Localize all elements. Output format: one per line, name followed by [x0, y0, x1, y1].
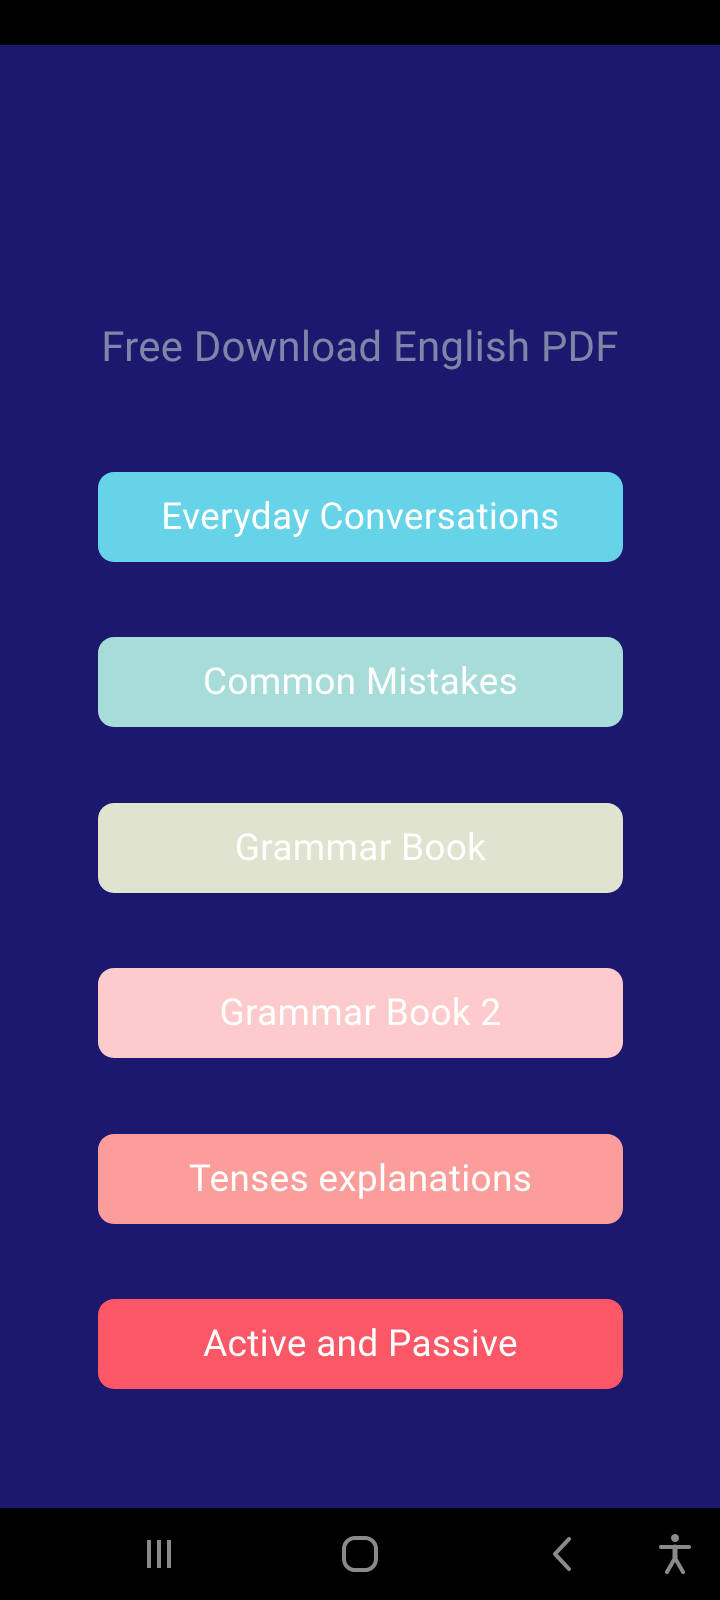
active-and-passive-button[interactable]: Active and Passive: [98, 1299, 623, 1389]
back-button[interactable]: [517, 1508, 607, 1600]
app-screen: Free Download English PDF Everyday Conve…: [0, 45, 720, 1508]
common-mistakes-button[interactable]: Common Mistakes: [98, 637, 623, 727]
accessibility-button[interactable]: [630, 1508, 720, 1600]
grammar-book-2-button[interactable]: Grammar Book 2: [98, 968, 623, 1058]
recents-button[interactable]: [114, 1508, 204, 1600]
back-icon: [553, 1537, 571, 1571]
grammar-book-button[interactable]: Grammar Book: [98, 803, 623, 893]
home-icon: [342, 1536, 378, 1572]
everyday-conversations-button[interactable]: Everyday Conversations: [98, 472, 623, 562]
navigation-bar: [0, 1508, 720, 1600]
status-bar: [0, 0, 720, 45]
page-title: Free Download English PDF: [101, 323, 619, 372]
tenses-explanations-button[interactable]: Tenses explanations: [98, 1134, 623, 1224]
recents-icon: [147, 1540, 171, 1568]
home-button[interactable]: [315, 1508, 405, 1600]
accessibility-icon: [659, 1534, 691, 1574]
